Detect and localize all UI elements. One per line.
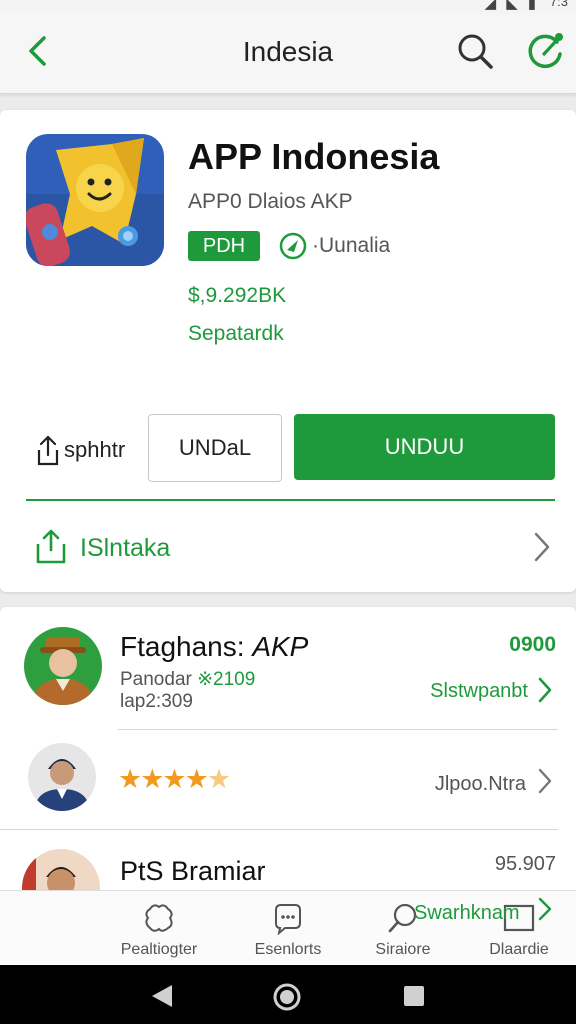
nav-item-home[interactable]: Pealtiogter (104, 901, 214, 959)
nav-item-messages[interactable]: Esenlorts (233, 901, 343, 959)
install-row-label: ISlntaka (80, 534, 171, 562)
review-meta-label: Panodar (120, 669, 192, 690)
install-row[interactable]: ISlntaka (30, 526, 560, 570)
chevron-right-icon (538, 677, 552, 703)
home-circle-icon[interactable] (272, 982, 302, 1012)
status-bar: ◢ ◣ ▮ 7:3 (0, 0, 576, 14)
app-developer[interactable]: APP0 Dlaios AKP (188, 190, 353, 214)
overlap-action-label[interactable]: Swarhknam (414, 902, 520, 925)
row-divider (0, 829, 558, 830)
review-meta-line2: lap2:309 (120, 691, 193, 712)
star-rating: ★★★★★ (118, 764, 231, 795)
signal-icon: ◢ (484, 0, 497, 12)
install-share-icon (36, 529, 66, 564)
chevron-right-icon (538, 897, 552, 921)
status-icons: ◢ ◣ ▮ (485, 0, 536, 12)
rating-label: ·Uunalia (312, 234, 391, 257)
puzzle-icon (145, 904, 173, 932)
review-meta: Panodar ※2109 (120, 668, 255, 691)
nav-label: Esenlorts (254, 941, 322, 958)
star-icons: ★★★★ (118, 764, 209, 794)
chevron-right-icon (534, 532, 550, 562)
status-time: 7:3 (549, 0, 568, 9)
wifi-icon: ◣ (506, 0, 518, 12)
nav-label: Pealtiogter (120, 941, 198, 958)
system-nav-bar (0, 965, 576, 1024)
review-count: 95.907 (494, 853, 556, 875)
content-badge: PDH (188, 231, 260, 261)
app-icon[interactable] (26, 134, 164, 266)
rating-badge-icon (279, 232, 307, 260)
review-title-text: Ftaghans: (120, 631, 245, 662)
review-action-link[interactable]: Slstwpanbt (430, 680, 528, 703)
review-action-link[interactable]: Jlpoo.Ntra (435, 773, 526, 796)
search-icon[interactable] (454, 30, 496, 72)
app-size: Sepatardk (188, 322, 284, 345)
recents-square-icon[interactable] (402, 984, 426, 1008)
chevron-right-icon[interactable] (536, 766, 554, 796)
list-item[interactable]: Ftaghans: AKP Panodar ※2109 lap2:309 090… (0, 607, 576, 730)
download-count: $,9.292BK (188, 284, 287, 307)
review-title: PtS Bramiar (120, 856, 266, 886)
divider (26, 499, 555, 501)
install-button[interactable]: UNDUU (294, 414, 555, 480)
avatar (28, 743, 96, 811)
nav-label: Siraiore (375, 941, 431, 958)
app-name: APP Indonesia (188, 136, 440, 177)
back-triangle-icon[interactable] (150, 983, 174, 1009)
review-meta-value: ※2109 (197, 669, 256, 690)
avatar (24, 627, 102, 705)
half-star-icon: ★ (206, 764, 231, 794)
review-title: Ftaghans: AKP (120, 631, 308, 663)
battery-icon: ▮ (527, 0, 536, 12)
refresh-icon[interactable] (524, 28, 566, 72)
nav-label: Dlaardie (489, 941, 549, 958)
app-detail-card: APP Indonesia APP0 Dlaios AKP PDH ·Uunal… (0, 110, 576, 592)
review-title-italic: AKP (252, 631, 309, 662)
share-label: sphhtr (64, 437, 126, 462)
share-icon (37, 435, 59, 466)
review-count: 0900 (509, 633, 556, 656)
chat-icon (275, 904, 301, 935)
share-button[interactable]: sphhtr (36, 432, 125, 468)
app-bar: Indesia (0, 14, 576, 94)
secondary-button[interactable]: UNDaL (148, 414, 282, 482)
